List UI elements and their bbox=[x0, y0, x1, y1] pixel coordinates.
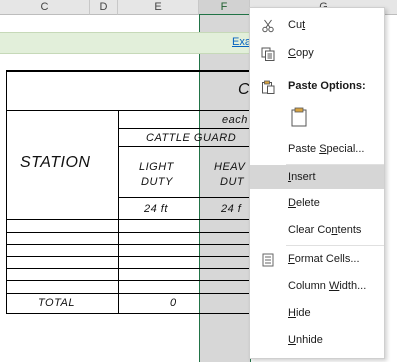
menu-item-label: Copy bbox=[288, 47, 314, 59]
scissors-icon bbox=[261, 18, 275, 33]
column-header-d[interactable]: D bbox=[90, 0, 118, 15]
menu-item-label: Cut bbox=[288, 19, 306, 31]
table-line bbox=[6, 280, 249, 281]
copy-icon bbox=[261, 46, 275, 61]
menu-item-column-width[interactable]: Column Width... bbox=[250, 274, 384, 298]
station-label: STATION bbox=[20, 154, 91, 171]
menu-item-paste-options: Paste Options: bbox=[250, 74, 384, 98]
menu-item-paste-special[interactable]: Paste Special... bbox=[250, 137, 384, 161]
menu-item-label: Paste Options: bbox=[288, 80, 366, 92]
table-line bbox=[6, 293, 249, 294]
length-light: 24 ft bbox=[144, 203, 168, 215]
heavy-duty-label-2: DUT bbox=[220, 176, 245, 188]
heavy-duty-label-1: HEAV bbox=[214, 161, 246, 173]
table-line bbox=[6, 244, 249, 245]
total-label: TOTAL bbox=[38, 297, 75, 309]
table-left-border bbox=[6, 70, 7, 314]
menu-item-label: Insert bbox=[288, 171, 316, 183]
table-line bbox=[6, 219, 249, 220]
menu-item-label: Clear Contents bbox=[288, 224, 362, 236]
column-header-e[interactable]: E bbox=[118, 0, 199, 15]
total-light-value: 0 bbox=[170, 297, 177, 309]
selected-column-f[interactable] bbox=[199, 15, 251, 362]
menu-item-label: Format Cells... bbox=[288, 253, 360, 265]
light-duty-label-1: LIGHT bbox=[139, 161, 174, 173]
table-line bbox=[6, 110, 249, 111]
column-header-f[interactable]: F bbox=[199, 0, 250, 16]
light-duty-label-2: DUTY bbox=[141, 176, 173, 188]
menu-item-cut[interactable]: Cut bbox=[250, 13, 384, 37]
table-line bbox=[118, 128, 249, 129]
menu-item-hide[interactable]: Hide bbox=[250, 301, 384, 325]
menu-item-label: Paste Special... bbox=[288, 143, 365, 155]
paste-icon bbox=[261, 79, 275, 94]
table-top-border bbox=[6, 70, 249, 72]
format-cells-icon bbox=[261, 252, 275, 267]
menu-item-insert[interactable]: Insert bbox=[250, 165, 384, 189]
table-col-divider-1 bbox=[118, 110, 119, 314]
menu-item-label: Unhide bbox=[288, 334, 323, 346]
paste-option-button[interactable] bbox=[286, 104, 312, 130]
menu-item-label: Column Width... bbox=[288, 280, 367, 292]
table-line bbox=[6, 232, 249, 233]
menu-item-delete[interactable]: Delete bbox=[250, 191, 384, 215]
column-header-c[interactable]: C bbox=[0, 0, 90, 15]
context-menu: Cut Copy Paste Options: Paste Special...… bbox=[249, 7, 385, 359]
length-heavy: 24 f bbox=[221, 203, 242, 215]
menu-item-copy[interactable]: Copy bbox=[250, 41, 384, 65]
table-line bbox=[6, 268, 249, 269]
menu-item-format-cells[interactable]: Format Cells... bbox=[250, 247, 384, 271]
menu-item-label: Hide bbox=[288, 307, 311, 319]
menu-item-label: Delete bbox=[288, 197, 320, 209]
paste-clipboard-icon bbox=[290, 107, 308, 127]
header-band bbox=[0, 32, 249, 54]
header-cattle-guard: CATTLE GUARD bbox=[146, 132, 237, 144]
table-line bbox=[6, 256, 249, 257]
menu-item-clear-contents[interactable]: Clear Contents bbox=[250, 218, 384, 242]
table-line bbox=[118, 197, 249, 198]
total-row-border bbox=[6, 313, 249, 314]
menu-item-unhide[interactable]: Unhide bbox=[250, 328, 384, 352]
table-line bbox=[118, 146, 249, 147]
menu-separator bbox=[286, 245, 384, 246]
header-each: each bbox=[222, 114, 248, 126]
